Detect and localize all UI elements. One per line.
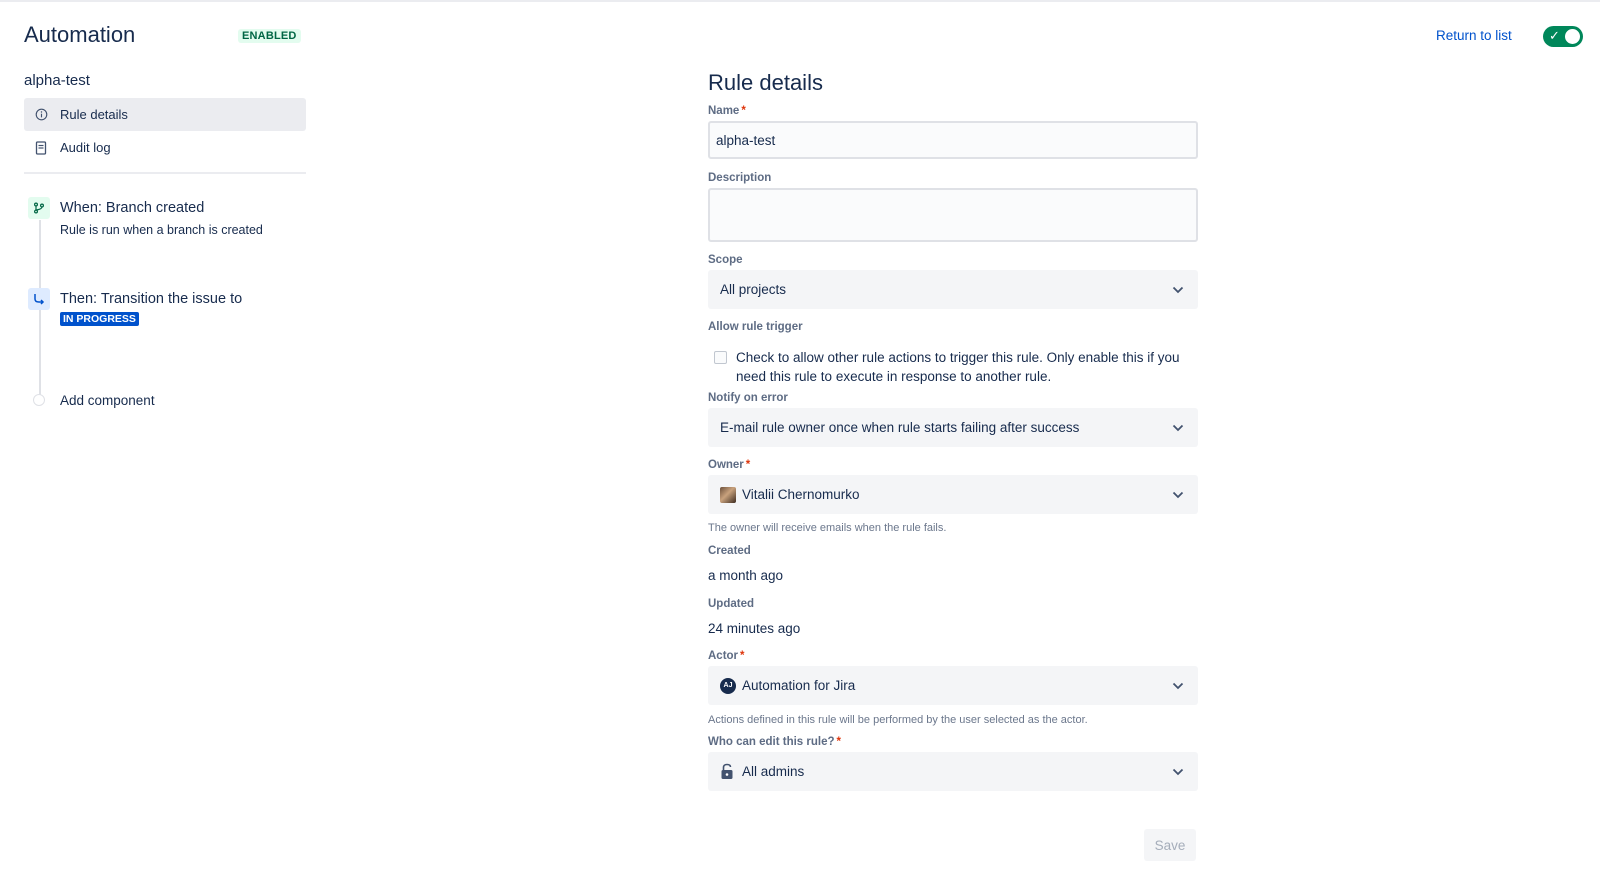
scope-select[interactable]: All projects <box>708 270 1198 309</box>
avatar: AJ <box>720 677 736 694</box>
allow-trigger-checkbox[interactable] <box>714 351 727 364</box>
sidebar-item-audit-log[interactable]: Audit log <box>24 131 306 164</box>
transition-icon <box>28 288 50 310</box>
status-lozenge-in-progress: IN PROGRESS <box>60 312 139 326</box>
updated-label: Updated <box>708 598 754 610</box>
owner-value: Vitalii Chernomurko <box>742 487 860 502</box>
name-label: Name * <box>708 105 746 117</box>
sidebar-nav: Rule details Audit log <box>24 98 306 164</box>
check-icon: ✓ <box>1549 28 1560 43</box>
scope-label: Scope <box>708 254 743 266</box>
info-icon <box>34 108 48 122</box>
scope-value: All projects <box>720 282 787 297</box>
avatar <box>720 486 736 503</box>
branch-icon <box>28 197 50 219</box>
updated-value: 24 minutes ago <box>708 621 801 636</box>
notify-label: Notify on error <box>708 392 788 404</box>
toggle-knob <box>1565 29 1580 44</box>
chevron-down-icon <box>1158 424 1198 432</box>
allow-trigger-label: Allow rule trigger <box>708 321 803 333</box>
notify-value: E-mail rule owner once when rule starts … <box>720 420 1080 435</box>
chevron-down-icon <box>1158 682 1198 690</box>
add-dot-icon <box>33 394 45 406</box>
document-icon <box>34 140 48 155</box>
created-value: a month ago <box>708 568 784 583</box>
who-can-edit-value: All admins <box>742 764 805 779</box>
trigger-description: Rule is run when a branch is created <box>60 223 263 237</box>
actor-value: Automation for Jira <box>742 678 856 693</box>
description-label: Description <box>708 172 772 184</box>
chevron-down-icon <box>1158 491 1198 499</box>
allow-trigger-text: Check to allow other rule actions to tri… <box>736 350 1180 384</box>
save-button[interactable]: Save <box>1144 829 1196 861</box>
description-field[interactable] <box>708 188 1198 242</box>
sidebar-item-label: Rule details <box>60 107 128 122</box>
name-field[interactable] <box>708 121 1198 159</box>
owner-label: Owner * <box>708 459 751 471</box>
trigger-title: When: Branch created <box>60 200 205 216</box>
rule-enabled-toggle[interactable]: ✓ <box>1543 26 1583 47</box>
owner-help-text: The owner will receive emails when the r… <box>708 522 947 534</box>
who-can-edit-select[interactable]: All admins <box>708 752 1198 791</box>
actor-select[interactable]: AJ Automation for Jira <box>708 666 1198 705</box>
status-badge: ENABLED <box>238 29 301 43</box>
rule-name-heading: alpha-test <box>24 72 90 89</box>
owner-select[interactable]: Vitalii Chernomurko <box>708 475 1198 514</box>
unlock-icon <box>720 763 734 780</box>
actor-help-text: Actions defined in this rule will be per… <box>708 714 1088 726</box>
page-title: Rule details <box>708 70 823 95</box>
action-title: Then: Transition the issue to <box>60 291 243 307</box>
created-label: Created <box>708 545 751 557</box>
top-border <box>0 0 1600 2</box>
chevron-down-icon <box>1158 768 1198 776</box>
actor-label: Actor * <box>708 650 745 662</box>
return-to-list-link[interactable]: Return to list <box>1436 28 1512 43</box>
sidebar-item-label: Audit log <box>60 140 111 155</box>
sidebar-divider <box>24 172 306 174</box>
who-can-edit-label: Who can edit this rule? * <box>708 736 841 748</box>
add-component-label: Add component <box>60 393 155 408</box>
notify-select[interactable]: E-mail rule owner once when rule starts … <box>708 408 1198 447</box>
sidebar-item-rule-details[interactable]: Rule details <box>24 98 306 131</box>
app-title: Automation <box>24 22 136 47</box>
chevron-down-icon <box>1158 286 1198 294</box>
